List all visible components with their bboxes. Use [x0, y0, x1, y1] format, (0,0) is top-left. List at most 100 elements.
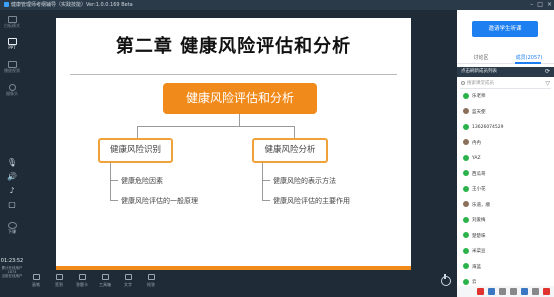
connector — [110, 180, 118, 181]
tool-ppt[interactable]: PPT — [0, 38, 24, 50]
tool-label: 抢答 — [147, 282, 155, 287]
member-name: 13626074529 — [472, 125, 504, 130]
member-row[interactable]: 13626074529 — [463, 123, 551, 133]
tool-signin[interactable]: 签到 — [49, 274, 69, 288]
wechat-avatar-icon — [463, 170, 469, 176]
keyboard-icon[interactable] — [510, 288, 517, 295]
slide-title: 第二章 健康风险评估和分析 — [115, 36, 352, 57]
tool-video[interactable]: 播放视频 — [0, 61, 24, 74]
member-name: 王小花 — [472, 187, 486, 192]
microphone-icon[interactable]: 🎙 — [6, 158, 18, 167]
window-title: 健康管理师考纲辅导（实践技能）Ver:1.0.0.169 Beta — [11, 2, 133, 8]
member-row[interactable]: YAZ — [463, 154, 551, 164]
sub-topic-right: 健康风险分析 — [252, 138, 328, 163]
language-icon[interactable] — [488, 288, 495, 295]
connector — [262, 163, 263, 201]
member-name: 楚楚味 — [472, 233, 486, 239]
camera-icon — [8, 84, 16, 91]
wechat-avatar-icon — [463, 247, 469, 254]
connector — [110, 200, 118, 201]
wechat-avatar-icon — [463, 185, 469, 192]
audio-icon[interactable] — [499, 288, 506, 295]
member-name: 云 — [472, 280, 477, 285]
notification-icon[interactable] — [543, 288, 550, 295]
tool-label: 白板模式 — [4, 23, 20, 28]
tab-discussion[interactable]: 讨论区 — [457, 54, 505, 63]
class-timer: 01:23:52 — [0, 258, 24, 264]
member-row[interactable]: 乐道，顺 — [463, 201, 551, 211]
list-item: 健康风险的表示方法 — [273, 177, 336, 185]
left-toolbar: 白板模式 PPT 播放视频 摄像头 🎙 🔊 ♪ ▢ 下课 01:23:52 累计… — [0, 10, 24, 282]
presentation-slide: 第二章 健康风险评估和分析 健康风险评估和分析 健康风险识别 健康风险分析 健康… — [56, 18, 411, 270]
tool-label: 文字 — [124, 282, 132, 287]
maximize-button[interactable]: □ — [537, 2, 543, 8]
tool-whiteboard[interactable]: 白板模式 — [0, 16, 24, 29]
invite-students-button[interactable]: 邀请学生听课 — [472, 21, 538, 37]
connector — [239, 114, 240, 126]
whiteboard-icon — [7, 16, 17, 23]
search-placeholder: 搜索课堂成员 — [467, 81, 494, 86]
avatar — [463, 201, 469, 207]
list-item: 健康风险评估的主要作用 — [273, 197, 350, 205]
connector — [137, 126, 294, 127]
tool-quick-answer[interactable]: 抢答 — [141, 274, 161, 288]
main-topic-box: 健康风险评估和分析 — [163, 83, 317, 114]
speaker-icon[interactable]: 🔊 — [6, 172, 18, 181]
end-class-icon — [7, 222, 17, 229]
system-tray — [457, 286, 554, 297]
wechat-avatar-icon — [463, 154, 469, 161]
member-name: YAZ — [472, 156, 481, 161]
connector — [262, 180, 270, 181]
sub-topic-left: 健康风险识别 — [98, 138, 173, 163]
window-titlebar: 健康管理师考纲辅导（实践技能）Ver:1.0.0.169 Beta – □ × — [0, 0, 554, 10]
quick-answer-icon — [147, 274, 155, 280]
end-class-button[interactable]: 下课 — [0, 222, 24, 235]
member-row[interactable]: 王小花 — [463, 185, 551, 195]
member-search-input[interactable]: 搜索课堂成员 ▽ — [460, 79, 551, 89]
toolbox-icon — [101, 274, 109, 280]
tool-label: 画笔 — [32, 282, 40, 287]
member-row[interactable]: 米菜豆 — [463, 247, 551, 257]
wechat-avatar-icon — [463, 263, 469, 269]
tool-text[interactable]: 文字 — [118, 274, 138, 288]
avatar — [463, 139, 469, 145]
minimize-button[interactable]: – — [530, 2, 533, 8]
filter-icon[interactable]: ▽ — [545, 79, 550, 89]
tool-label: PPT — [8, 45, 16, 50]
tool-camera[interactable]: 摄像头 — [0, 84, 24, 97]
member-row[interactable]: 刘爱梅 — [463, 216, 551, 226]
tool-answer-card[interactable]: 答题卡 — [72, 274, 92, 288]
tool-label: 答题卡 — [76, 282, 88, 287]
tool-toolbox[interactable]: 工具箱 — [95, 274, 115, 288]
wechat-avatar-icon — [463, 232, 469, 238]
member-row[interactable]: 西瓜哥 — [463, 170, 551, 180]
member-row[interactable]: 蓝天使 — [463, 108, 551, 118]
music-icon[interactable]: ♪ — [6, 186, 18, 195]
member-row[interactable]: 冉冉 — [463, 139, 551, 149]
avatar — [463, 108, 469, 114]
member-row[interactable]: 乐老师 — [463, 92, 551, 102]
more-icon[interactable]: ▢ — [6, 200, 18, 209]
members-refresh-bar[interactable]: 点击刷新成员列表 ⟳ — [457, 67, 554, 77]
answer-card-icon — [78, 274, 86, 280]
connector — [137, 126, 138, 138]
member-name: 刘爱梅 — [472, 218, 486, 223]
power-icon[interactable] — [441, 274, 451, 286]
member-name: 蓝天使 — [472, 109, 486, 115]
ppt-icon — [7, 38, 17, 45]
refresh-icon[interactable]: ⟳ — [545, 67, 550, 77]
member-name: 乐老师 — [472, 94, 486, 99]
ime-icon[interactable] — [477, 288, 484, 295]
network-icon[interactable] — [521, 288, 528, 295]
settings-icon[interactable] — [532, 288, 539, 295]
member-row[interactable]: 海蓝 — [463, 263, 551, 273]
list-item: 健康危险因素 — [121, 177, 163, 185]
wechat-avatar-icon — [463, 216, 469, 223]
wechat-avatar-icon — [463, 123, 469, 130]
right-panel: 邀请学生听课 讨论区 成员(2057) 点击刷新成员列表 ⟳ 搜索课堂成员 ▽ … — [457, 10, 554, 297]
app-logo-icon — [4, 2, 9, 7]
tool-pen[interactable]: 画笔 — [26, 274, 46, 288]
tool-label: 播放视频 — [4, 68, 20, 73]
member-row[interactable]: 楚楚味 — [463, 232, 551, 242]
close-button[interactable]: × — [547, 2, 552, 8]
